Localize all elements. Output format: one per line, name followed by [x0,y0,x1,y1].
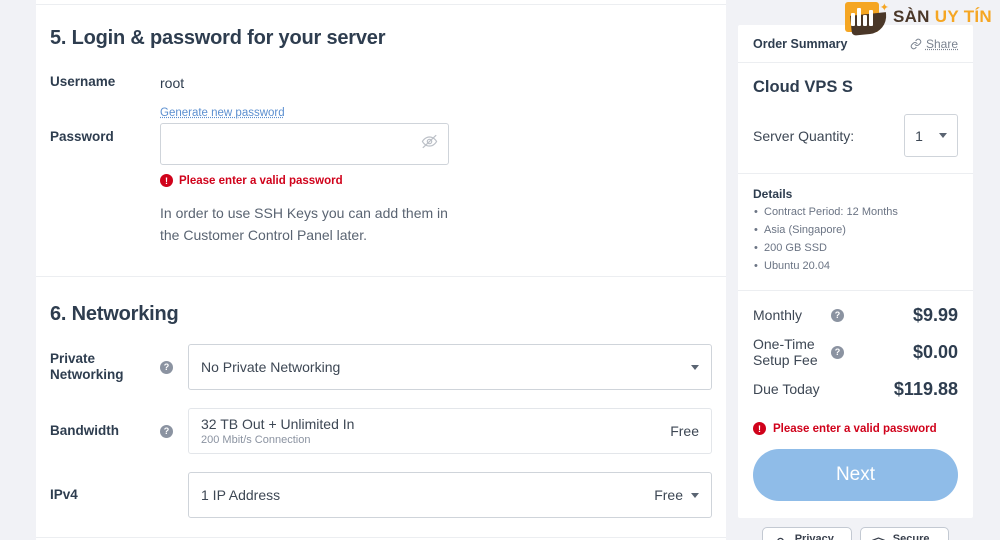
section-networking: 6. Networking Private Networking ? No Pr… [36,277,726,519]
ipv4-price: Free [654,487,683,504]
ipv4-value: 1 IP Address [201,487,281,504]
bandwidth-price: Free [670,423,699,440]
order-summary-sidebar: Order Summary Share Cloud VPS S Server Q… [738,25,973,540]
private-networking-select[interactable]: No Private Networking [188,344,712,391]
private-networking-help-icon[interactable]: ? [160,360,173,374]
privacy-protected-badge: Privacy Protected [761,527,852,540]
error-icon: ! [753,422,766,436]
trust-badges: Privacy Protected Secure Checkout [738,527,973,540]
chevron-down-icon [938,133,947,138]
link-icon [910,38,922,50]
username-value: root [160,75,185,91]
sidebar-error-text: Please enter a valid password [773,422,937,435]
ipv4-label: IPv4 [50,486,78,502]
price-block: Monthly ? $9.99 One-Time Setup Fee ? $0.… [738,291,973,417]
username-row: Username root [50,74,712,91]
price-row-due-today: Due Today $119.88 [753,379,958,400]
password-input[interactable] [161,124,448,164]
shield-check-icon [872,537,885,540]
watermark-text-orange: UY TÍN [934,7,992,26]
monthly-help-icon[interactable]: ? [831,308,844,322]
generate-new-password-link[interactable]: Generate new password [160,107,285,119]
checkout-page: ✦ SÀN UY TÍN 5. Login & password for you… [0,0,1000,540]
share-button[interactable]: Share [910,37,958,51]
chevron-down-icon [691,364,699,370]
list-item: Contract Period: 12 Months [753,204,958,222]
error-icon: ! [160,174,173,187]
ssh-keys-note: In order to use SSH Keys you can add the… [160,205,448,243]
password-error-text: Please enter a valid password [179,174,343,187]
private-networking-row: Private Networking ? No Private Networki… [50,344,712,391]
product-block: Cloud VPS S Server Quantity: 1 [738,63,973,174]
ipv4-row: IPv4 1 IP Address Free [50,472,712,519]
bandwidth-value: 32 TB Out + Unlimited In [201,416,355,433]
list-item: 200 GB SSD [753,240,958,258]
ipv4-select[interactable]: 1 IP Address Free [188,472,712,519]
server-quantity-select[interactable]: 1 [904,114,958,157]
server-quantity-value: 1 [915,127,923,144]
secure-badge-line1: Secure [892,533,930,540]
chevron-down-icon [691,492,699,498]
share-label: Share [925,37,958,51]
section6-title: 6. Networking [50,303,179,326]
order-summary-title: Order Summary [753,37,848,51]
password-input-wrapper[interactable] [160,123,449,165]
list-item: Asia (Singapore) [753,222,958,240]
watermark-text-dark: SÀN [892,7,935,26]
order-summary-card: Order Summary Share Cloud VPS S Server Q… [738,25,973,519]
password-row: Password Generate new password ! Please … [50,103,712,246]
details-block: Details Contract Period: 12 Months Asia … [738,174,973,291]
lock-icon [777,538,784,540]
price-row-monthly: Monthly ? $9.99 [753,305,958,326]
bar-chart-logo-icon: ✦ [844,0,889,36]
secure-checkout-badge: Secure Checkout [859,527,950,540]
next-button-wrapper: Next [738,435,973,518]
username-label: Username [50,74,116,89]
sidebar-error-message: ! Please enter a valid password [738,416,973,436]
next-button[interactable]: Next [753,449,958,502]
details-list: Contract Period: 12 Months Asia (Singapo… [753,204,958,276]
password-error-message: ! Please enter a valid password [160,174,712,187]
private-networking-label: Private Networking [50,350,124,383]
bandwidth-help-icon[interactable]: ? [160,424,173,438]
section-login-password: 5. Login & password for your server User… [36,5,726,246]
price-row-setup-fee: One-Time Setup Fee ? $0.00 [753,336,958,370]
bandwidth-field: 32 TB Out + Unlimited In 200 Mbit/s Conn… [188,408,712,455]
monthly-value: $9.99 [912,304,958,325]
list-item: Ubuntu 20.04 [753,258,958,276]
due-today-label: Due Today [753,381,820,398]
setup-fee-value: $0.00 [912,341,958,362]
product-name: Cloud VPS S [753,78,853,96]
setup-fee-help-icon[interactable]: ? [831,345,844,359]
privacy-badge-line1: Privacy [794,533,834,540]
bandwidth-row: Bandwidth ? 32 TB Out + Unlimited In 200… [50,408,712,455]
server-quantity-label: Server Quantity: [753,127,855,144]
setup-fee-label: One-Time Setup Fee [753,335,818,369]
bandwidth-label: Bandwidth [50,422,119,438]
due-today-value: $119.88 [893,379,958,400]
bandwidth-sub: 200 Mbit/s Connection [201,434,311,447]
section5-title: 5. Login & password for your server [50,27,386,49]
main-form-card: 5. Login & password for your server User… [36,0,726,540]
password-label: Password [50,129,114,144]
watermark-text: SÀN UY TÍN [893,7,992,27]
eye-off-icon[interactable] [421,133,438,155]
private-networking-value: No Private Networking [201,359,341,376]
monthly-label: Monthly [753,306,803,323]
bottom-divider [36,537,726,539]
details-title: Details [753,187,793,201]
server-quantity-row: Server Quantity: 1 [753,114,958,157]
watermark-logo: ✦ SÀN UY TÍN [844,0,992,36]
